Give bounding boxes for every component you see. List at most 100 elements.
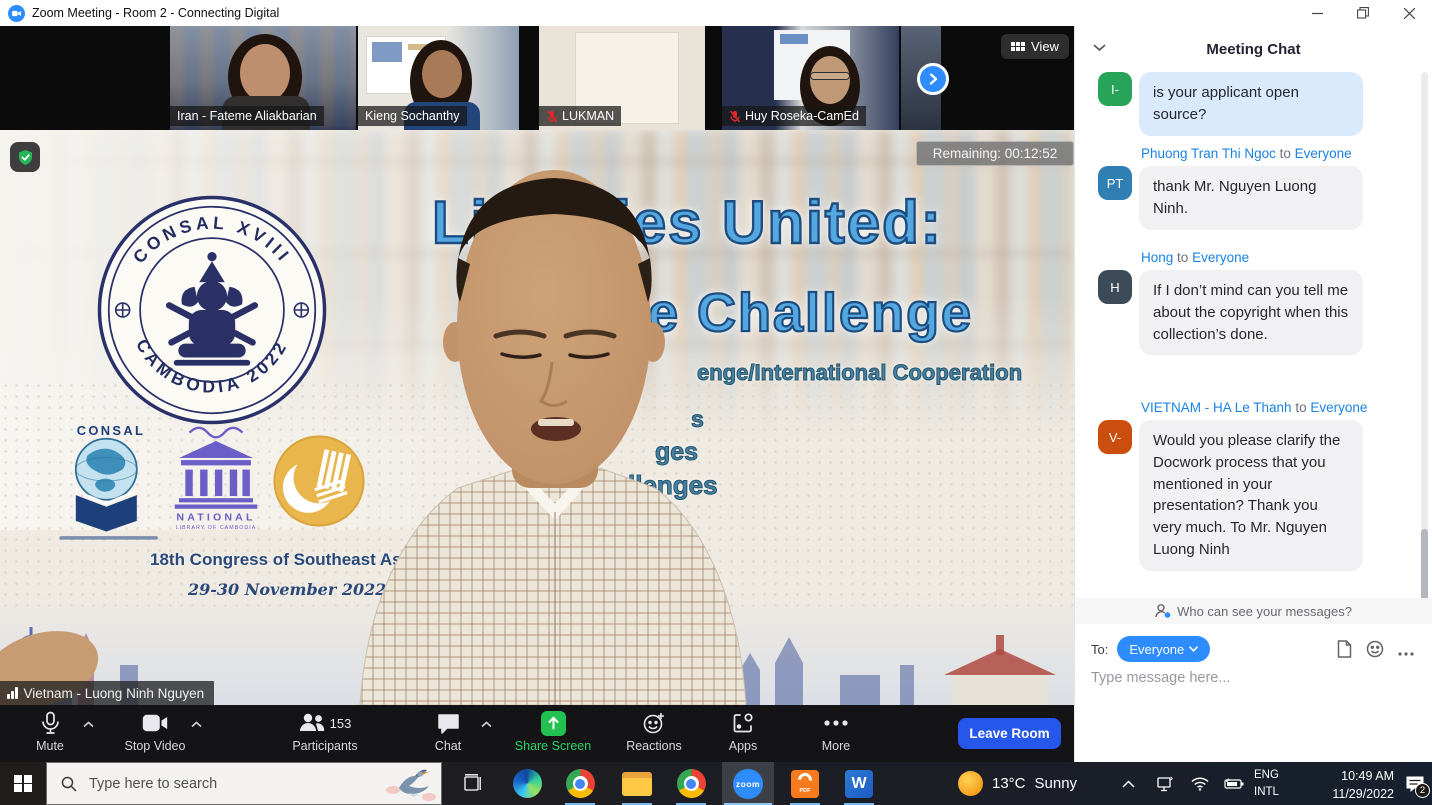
participants-label: Participants [292, 739, 357, 753]
chat-message: Hong to Everyone H If I don’t mind can y… [1098, 250, 1416, 355]
zoom-app-window: Zoom Meeting - Room 2 - Connecting Digit… [0, 0, 1432, 805]
taskbar-explorer-button[interactable] [614, 762, 660, 805]
tray-battery-button[interactable] [1218, 762, 1250, 805]
word-icon: W [845, 770, 873, 798]
participant-name-label: LUKMAN [539, 106, 621, 126]
language-line1: ENG [1254, 767, 1279, 784]
clock-date: 11/29/2022 [1296, 785, 1394, 803]
weather-condition: Sunny [1035, 775, 1078, 792]
who-can-see-icon [1155, 604, 1171, 618]
taskbar-chrome2-button[interactable] [668, 762, 714, 805]
taskbar-weather[interactable]: 13°C Sunny [958, 762, 1077, 805]
message-bubble[interactable]: If I don’t mind can you tell me about th… [1139, 270, 1363, 355]
message-recipient[interactable]: Everyone [1310, 400, 1367, 415]
speaker-name: Vietnam - Luong Ninh Nguyen [24, 686, 205, 701]
camera-icon [142, 711, 168, 735]
view-button[interactable]: View [1001, 34, 1069, 59]
leave-room-button[interactable]: Leave Room [958, 718, 1061, 749]
message-bubble[interactable]: Would you please clarify the Docwork pro… [1139, 420, 1363, 571]
chevron-up-icon [1122, 780, 1135, 788]
privacy-note[interactable]: Who can see your messages? [1075, 598, 1432, 624]
message-recipient[interactable]: Everyone [1192, 250, 1249, 265]
security-shield-badge[interactable] [10, 142, 40, 172]
taskbar-word-button[interactable]: W [836, 762, 882, 805]
tray-expand-button[interactable] [1112, 762, 1144, 805]
tray-wifi-button[interactable] [1184, 762, 1216, 805]
chat-message: VIETNAM - HA Le Thanh to Everyone V- Wou… [1098, 400, 1416, 571]
participant-face [240, 44, 290, 102]
meeting-chat-panel: Meeting Chat I- is your applicant open s… [1074, 26, 1432, 762]
taskbar-clock[interactable]: 10:49 AM 11/29/2022 [1296, 767, 1394, 803]
chat-scrollbar-track[interactable] [1421, 72, 1428, 600]
sun-icon [958, 771, 983, 796]
next-page-arrow-button[interactable] [917, 63, 949, 95]
chat-message: I- is your applicant open source? [1098, 72, 1416, 136]
message-sender[interactable]: Phuong Tran Thi Ngoc [1141, 146, 1276, 161]
search-input[interactable] [89, 776, 339, 792]
participant-name-label: Huy Roseka-CamEd [722, 106, 866, 126]
message-sender[interactable]: Hong [1141, 250, 1173, 265]
mute-options-chevron[interactable] [83, 715, 94, 733]
message-sender[interactable]: VIETNAM - HA Le Thanh [1141, 400, 1292, 415]
video-options-chevron[interactable] [191, 715, 202, 733]
notification-center-button[interactable]: 2 [1398, 762, 1432, 805]
taskbar-foxit-button[interactable]: PDF [782, 762, 828, 805]
participants-icon [299, 713, 325, 733]
more-options-icon[interactable] [1398, 643, 1414, 661]
message-recipient[interactable]: Everyone [1295, 146, 1352, 161]
to-word: to [1177, 250, 1188, 265]
chat-header: Meeting Chat [1075, 26, 1432, 72]
to-word: to [1280, 146, 1291, 161]
participant-name: Iran - Fateme Aliakbarian [177, 109, 317, 123]
participant-face [810, 56, 850, 104]
recipient-selector[interactable]: Everyone [1117, 636, 1210, 662]
participant-thumbnail[interactable]: Iran - Fateme Aliakbarian [170, 26, 356, 130]
reactions-icon [642, 711, 666, 735]
apps-label: Apps [729, 739, 758, 753]
taskbar-search[interactable] [46, 762, 442, 805]
message-bubble[interactable]: thank Mr. Nguyen Luong Ninh. [1139, 166, 1363, 230]
language-indicator[interactable]: ENG INTL [1254, 767, 1279, 800]
task-view-icon [462, 774, 481, 793]
battery-icon [1224, 778, 1244, 790]
recipient-selected: Everyone [1129, 642, 1184, 657]
more-dots-icon [824, 711, 848, 735]
start-button[interactable] [0, 762, 46, 805]
participant-name-label: Iran - Fateme Aliakbarian [170, 106, 324, 126]
participants-count: 153 [330, 716, 352, 731]
chat-options-chevron[interactable] [481, 715, 492, 733]
chat-scrollbar-thumb[interactable] [1421, 529, 1428, 601]
participant-thumbnail[interactable]: Huy Roseka-CamEd [722, 26, 899, 130]
avatar: V- [1098, 420, 1132, 454]
participants-button[interactable]: 153 Participants [270, 711, 380, 753]
message-bubble[interactable]: is your applicant open source? [1139, 72, 1363, 136]
share-screen-button[interactable]: Share Screen [498, 711, 608, 753]
emoji-icon[interactable] [1366, 640, 1384, 663]
file-attach-icon[interactable] [1337, 640, 1352, 663]
taskbar-chrome-button[interactable] [557, 762, 603, 805]
speaker-name-tag: Vietnam - Luong Ninh Nguyen [0, 681, 214, 705]
muted-mic-icon [729, 110, 741, 123]
close-button[interactable] [1386, 0, 1432, 26]
participant-thumbnail[interactable]: LUKMAN [539, 26, 705, 130]
thumbnail-strip: Iran - Fateme Aliakbarian Kieng Sochanth… [0, 26, 1074, 130]
muted-mic-icon [546, 110, 558, 123]
minimize-button[interactable] [1294, 0, 1340, 26]
taskbar-edge-button[interactable] [504, 762, 550, 805]
reactions-label: Reactions [626, 739, 682, 753]
chat-message-input[interactable] [1091, 670, 1411, 686]
chrome-icon [677, 769, 706, 798]
participant-name-label: Kieng Sochanthy [358, 106, 467, 126]
participant-thumbnail[interactable]: Kieng Sochanthy [358, 26, 519, 130]
message-header: VIETNAM - HA Le Thanh to Everyone [1141, 400, 1416, 415]
restore-button[interactable] [1340, 0, 1386, 26]
avatar: PT [1098, 166, 1132, 200]
zoom-icon: zoom [733, 769, 763, 799]
more-button[interactable]: More [781, 711, 891, 753]
task-view-button[interactable] [448, 762, 494, 805]
apps-icon [732, 711, 754, 735]
tray-cast-button[interactable] [1148, 762, 1180, 805]
clock-time: 10:49 AM [1296, 767, 1394, 785]
main-speaker-video[interactable]: Libraries United: e Challenge enge/Inter… [0, 130, 1074, 705]
taskbar-zoom-button[interactable]: zoom [722, 762, 774, 805]
